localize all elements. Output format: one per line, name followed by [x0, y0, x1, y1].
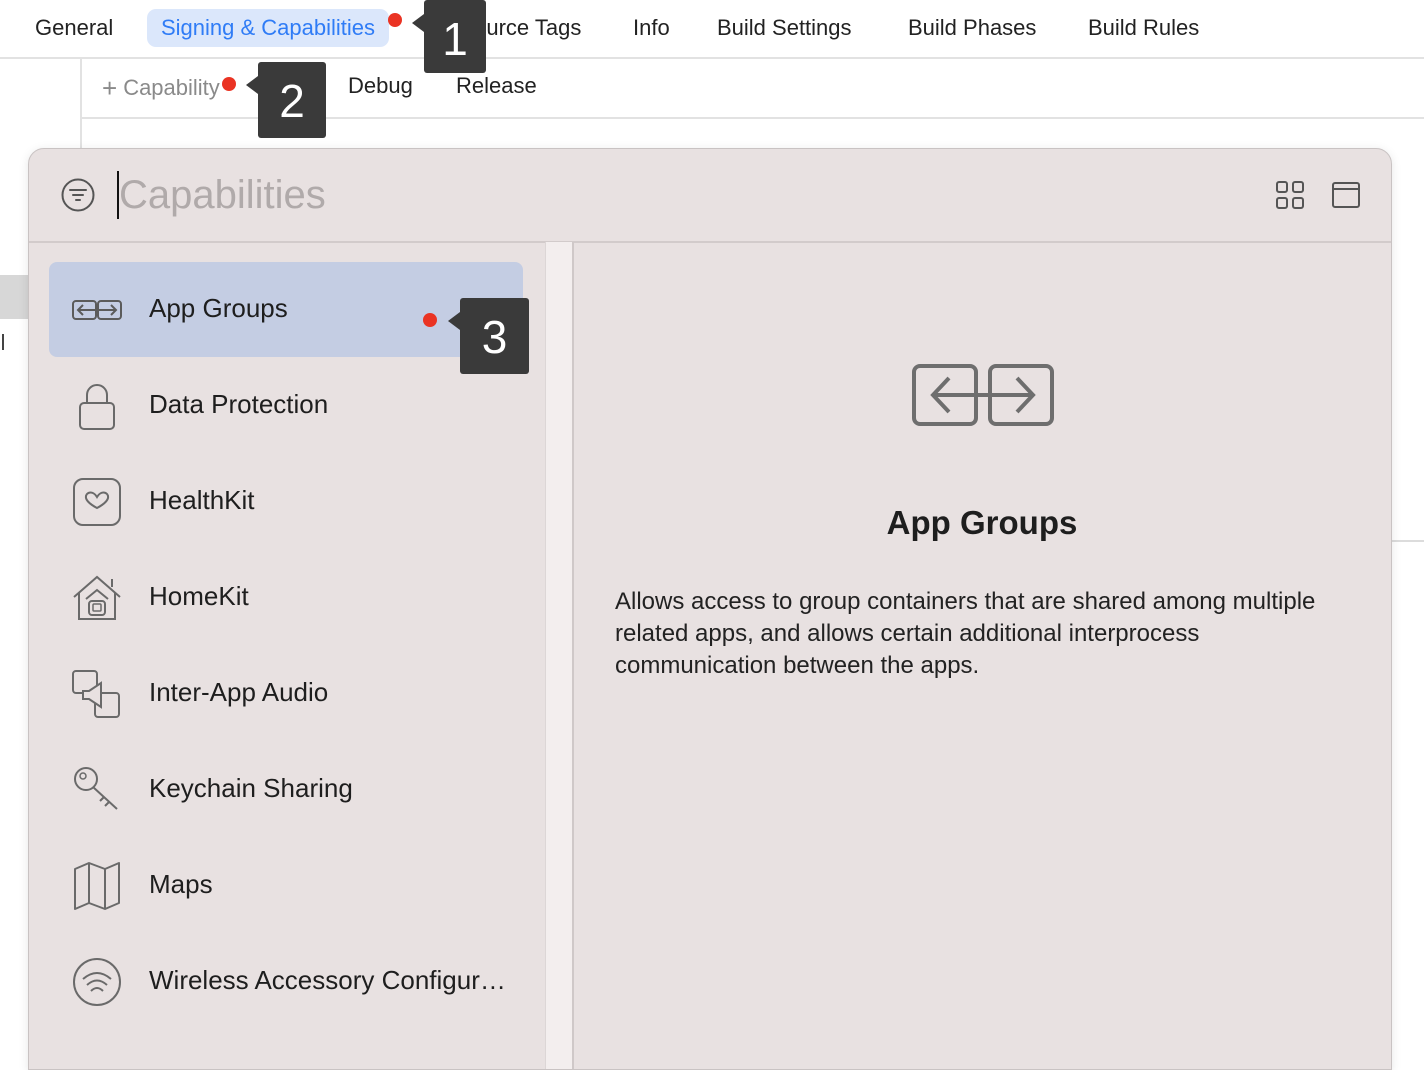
background-selection	[0, 275, 28, 319]
marker-dot-2	[222, 77, 236, 91]
capability-detail-title: App Groups	[886, 504, 1078, 541]
marker-badge-3: 3	[448, 298, 529, 374]
capability-label: Maps	[149, 869, 213, 899]
capability-data-protection[interactable]: Data Protection	[49, 358, 523, 453]
configuration-debug[interactable]: Debug	[348, 73, 413, 99]
plus-icon: +	[102, 73, 118, 103]
tab-build-phases[interactable]: Build Phases	[908, 9, 1036, 47]
capability-keychain-sharing[interactable]: Keychain Sharing	[49, 742, 523, 837]
marker-dot-1	[388, 13, 402, 27]
marker-badge-1: 1	[412, 0, 486, 73]
tab-build-rules[interactable]: Build Rules	[1088, 9, 1199, 47]
app-groups-icon	[72, 300, 122, 320]
add-capability-button[interactable]: + Capability	[102, 73, 220, 104]
capability-wireless-accessory[interactable]: Wireless Accessory Configur…	[49, 934, 523, 1029]
capability-label: Data Protection	[149, 389, 329, 419]
capability-label: Keychain Sharing	[149, 773, 353, 803]
add-capability-label: Capability	[123, 75, 220, 100]
app-groups-large-icon	[912, 364, 1054, 426]
key-icon	[74, 767, 118, 810]
tab-info[interactable]: Info	[633, 9, 670, 47]
marker-badge-2: 2	[246, 62, 326, 138]
split-view-divider[interactable]	[545, 242, 574, 1069]
capability-healthkit[interactable]: HealthKit	[49, 454, 523, 549]
capability-label: App Groups	[149, 293, 288, 323]
background-divider	[1390, 540, 1424, 542]
tab-general[interactable]: General	[35, 9, 113, 47]
wireless-icon	[73, 958, 121, 1006]
capabilities-search-input[interactable]	[119, 167, 1019, 223]
map-icon	[74, 862, 120, 910]
capability-label: Wireless Accessory Configur…	[149, 965, 506, 995]
background-tick	[2, 334, 4, 350]
filter-icon[interactable]	[61, 178, 95, 212]
marker-dot-3	[423, 313, 437, 327]
capability-detail-panel: App Groups Allows access to group contai…	[573, 242, 1391, 1069]
text-cursor	[117, 171, 119, 219]
capability-inter-app-audio[interactable]: Inter-App Audio	[49, 646, 523, 741]
health-heart-icon	[73, 478, 121, 526]
configuration-release[interactable]: Release	[456, 73, 537, 99]
detail-view-icon[interactable]	[1331, 180, 1361, 210]
capability-app-groups[interactable]: App Groups	[49, 262, 523, 357]
capability-label: Inter-App Audio	[149, 677, 329, 707]
grid-view-icon[interactable]	[1275, 180, 1305, 210]
capability-label: HomeKit	[149, 581, 249, 611]
capability-homekit[interactable]: HomeKit	[49, 550, 523, 645]
capability-label: HealthKit	[149, 485, 255, 515]
inter-app-audio-icon	[72, 670, 120, 718]
capability-detail-description: Allows access to group containers that a…	[615, 588, 1316, 679]
capabilities-popover: App Groups Data Protection HealthKit	[28, 148, 1392, 1070]
lock-icon	[79, 384, 115, 430]
popover-header	[29, 149, 1391, 243]
home-icon	[73, 575, 121, 620]
editor-tab-bar: General Signing & Capabilities Resource …	[0, 0, 1424, 59]
capability-maps[interactable]: Maps	[49, 838, 523, 933]
tab-build-settings[interactable]: Build Settings	[717, 9, 852, 47]
tab-signing-capabilities[interactable]: Signing & Capabilities	[147, 9, 390, 47]
